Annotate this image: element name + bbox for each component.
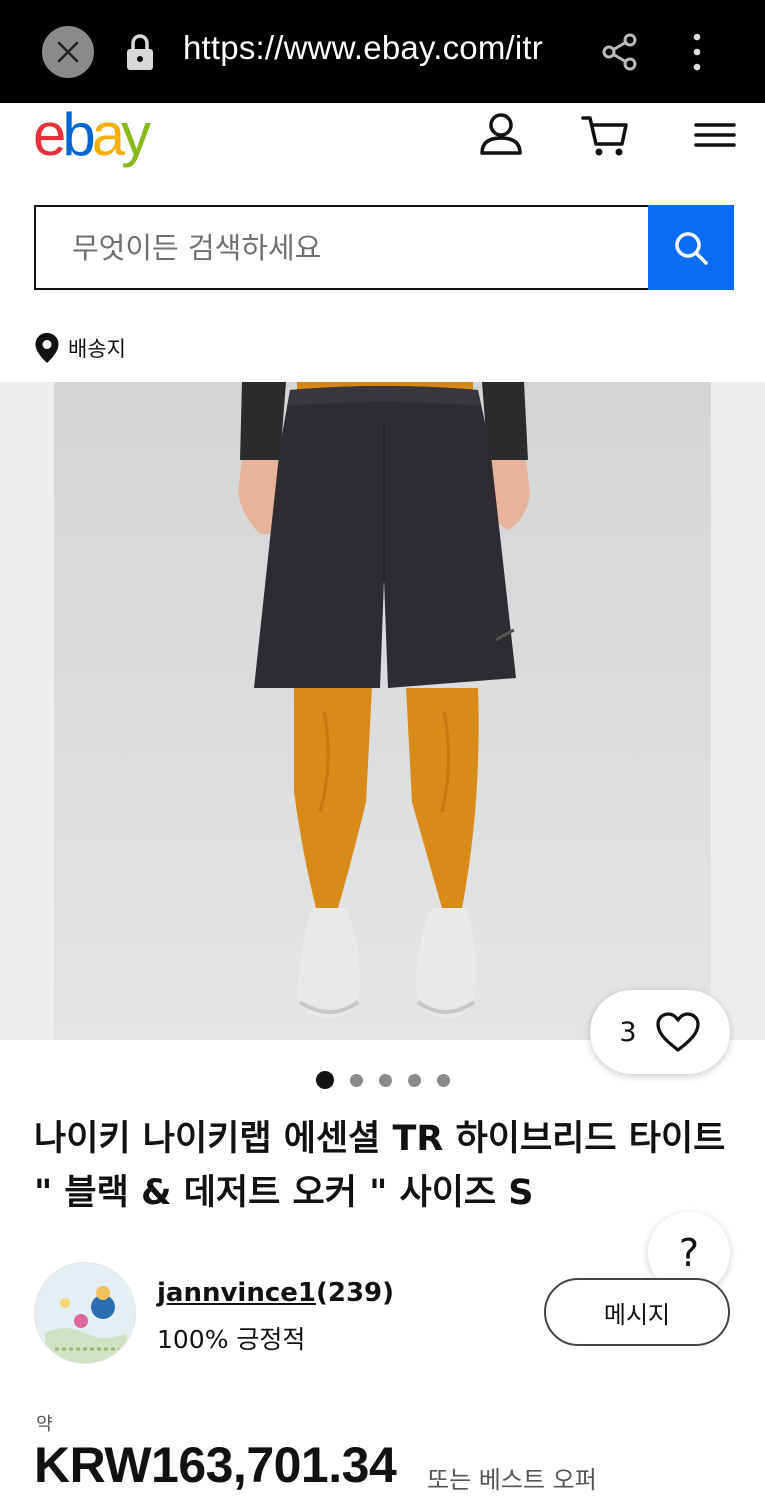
cart-icon[interactable] [580, 110, 630, 160]
browser-toolbar: https://www.ebay.com/itr [0, 0, 765, 103]
search-button[interactable] [648, 205, 734, 290]
item-title: 나이키 나이키랩 에센셜 TR 하이브리드 타이트 " 블랙 & 데저트 오커 … [34, 1119, 726, 1213]
account-icon[interactable] [476, 110, 526, 160]
gallery-dot[interactable] [379, 1073, 392, 1087]
seller-score: (239) [315, 1278, 395, 1308]
ship-to-label: 배송지 [68, 337, 126, 361]
approx-label: 약 [36, 1414, 53, 1435]
seller-link[interactable]: jannvince1(239) [157, 1278, 394, 1308]
gallery-pagination [316, 1071, 450, 1089]
product-image[interactable] [54, 382, 711, 1040]
message-seller-button[interactable]: 메시지 [544, 1278, 730, 1346]
search-input[interactable] [36, 207, 650, 288]
search-icon [675, 231, 708, 265]
location-pin-icon [35, 333, 59, 363]
best-offer-label: 또는 베스트 오퍼 [427, 1466, 597, 1494]
image-gallery[interactable] [0, 382, 765, 1040]
close-icon [57, 41, 79, 63]
close-tab-button[interactable] [42, 26, 94, 78]
share-icon[interactable] [600, 32, 640, 72]
watch-count: 3 [619, 1016, 637, 1048]
ebay-logo[interactable]: ebay [33, 100, 151, 170]
seller-feedback: 100% 긍정적 [157, 1325, 306, 1354]
gallery-dot[interactable] [350, 1073, 363, 1087]
more-vert-icon[interactable] [690, 32, 704, 72]
heart-icon [655, 1012, 700, 1052]
gallery-dot[interactable] [316, 1071, 334, 1089]
watch-button[interactable]: 3 [590, 990, 730, 1074]
menu-icon[interactable] [690, 110, 740, 160]
seller-username[interactable]: jannvince1 [157, 1278, 316, 1308]
gallery-dot[interactable] [408, 1073, 421, 1087]
lock-icon [127, 34, 153, 70]
gallery-dot[interactable] [437, 1073, 450, 1087]
search-field [34, 205, 650, 290]
item-price: KRW163,701.34 [34, 1437, 397, 1493]
seller-avatar[interactable] [34, 1262, 136, 1364]
product-photo-illustration [54, 382, 711, 1040]
address-bar-url[interactable]: https://www.ebay.com/itr [183, 29, 543, 67]
ship-to-link[interactable]: 배송지 [34, 332, 126, 364]
